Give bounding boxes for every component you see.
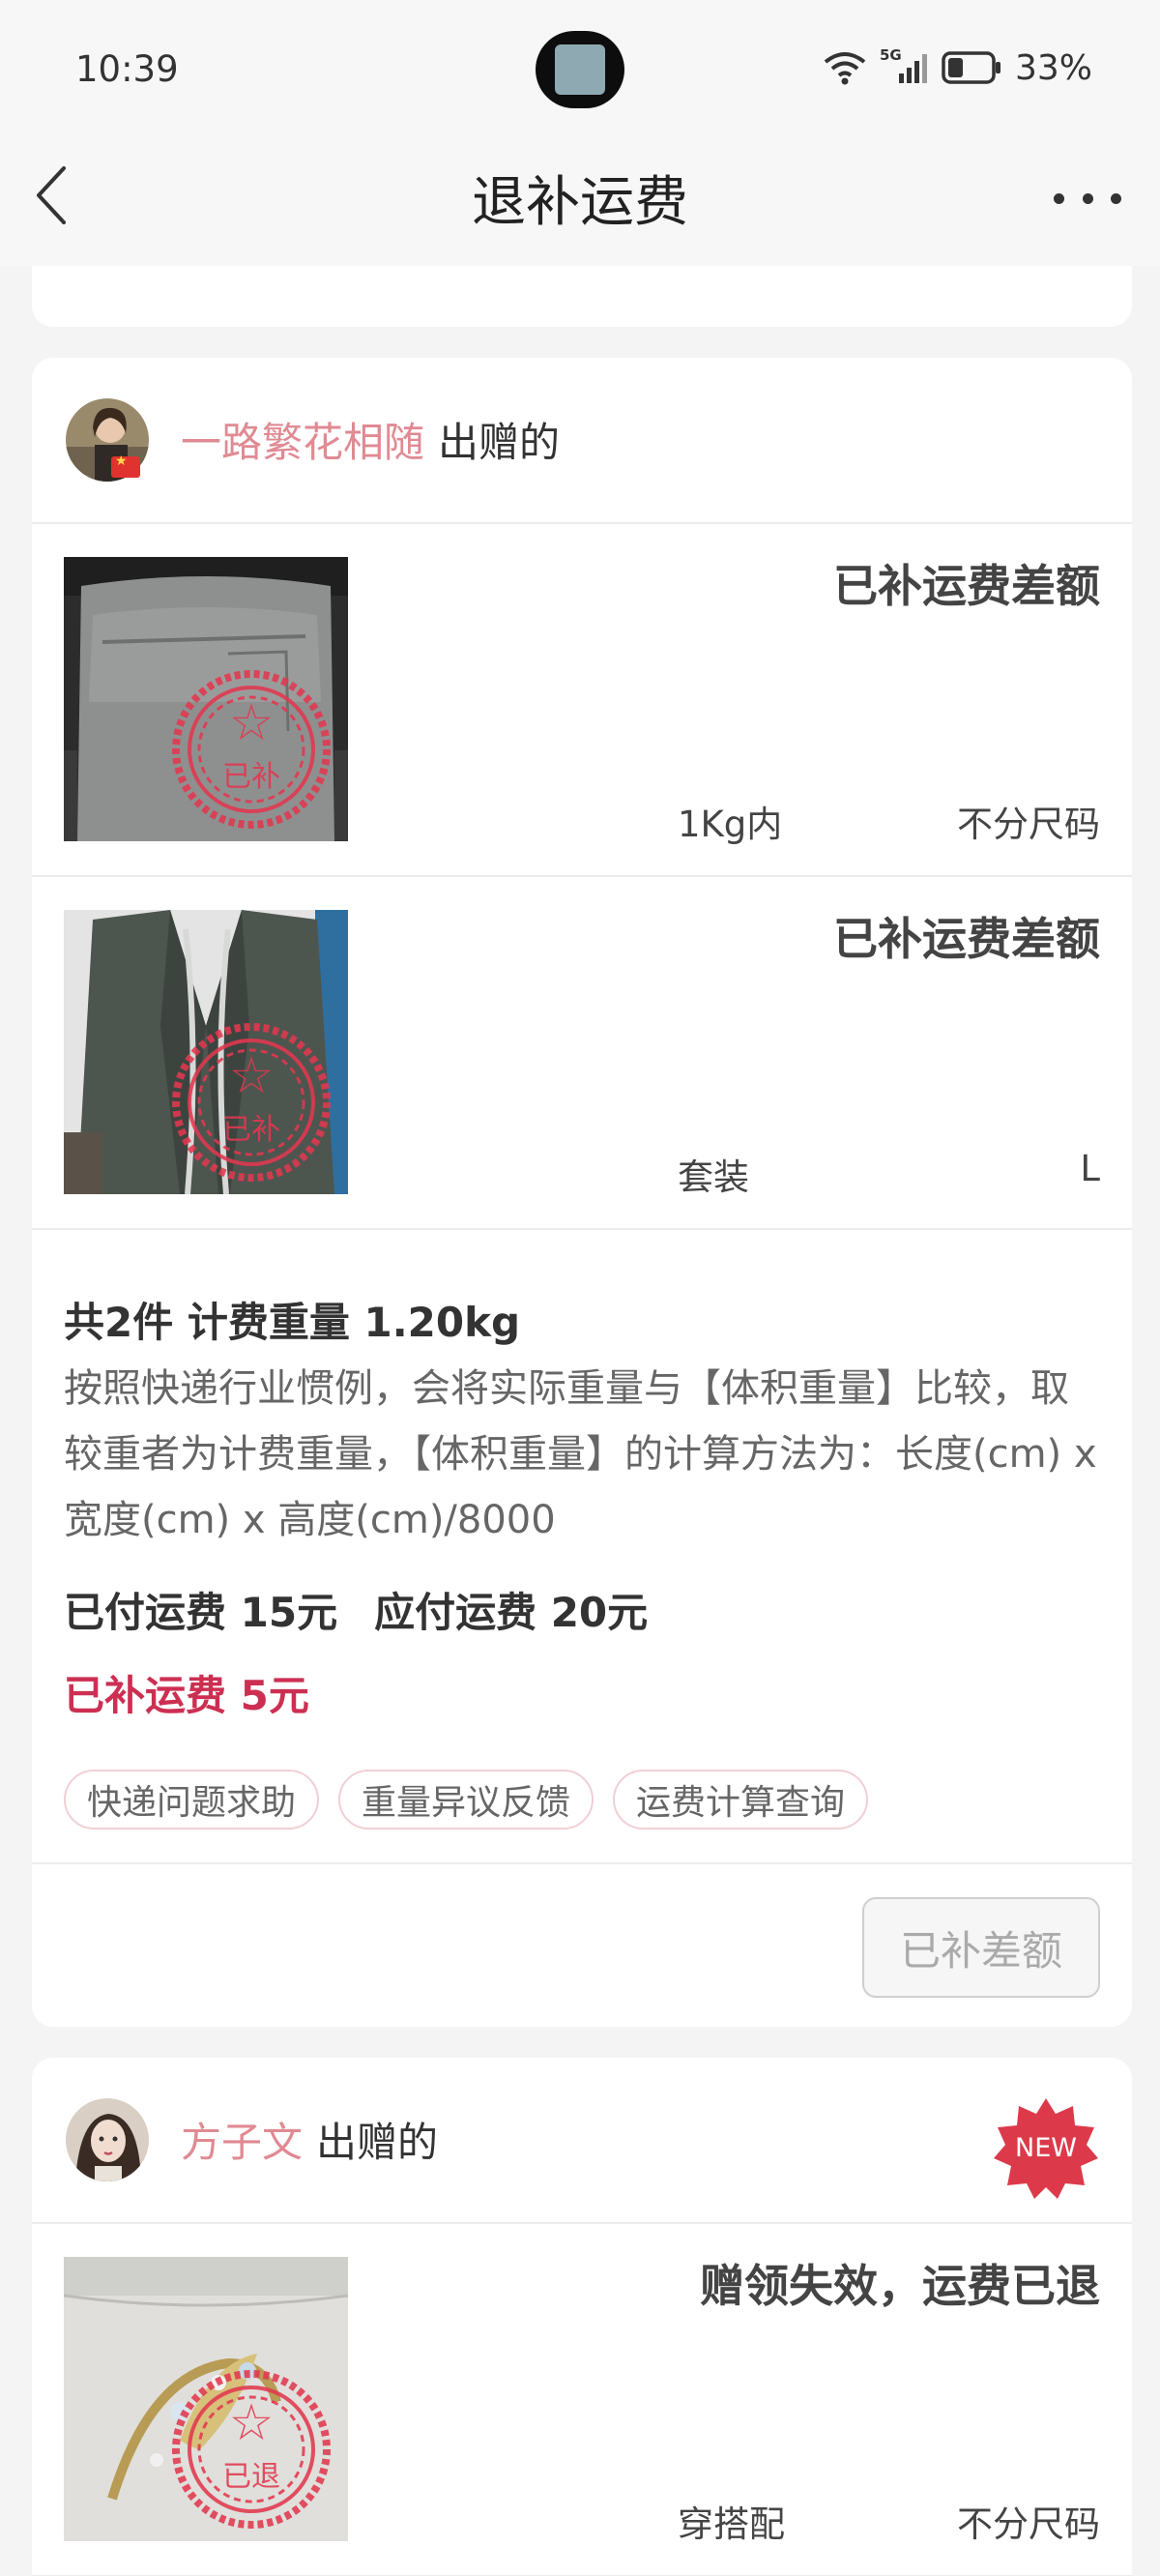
new-badge-label: NEW — [1015, 2133, 1077, 2163]
more-dot-icon — [1054, 192, 1064, 204]
new-badge-icon: NEW — [994, 2098, 1098, 2199]
help-chips: 快递问题求助 重量异议反馈 运费计算查询 — [64, 1770, 869, 1830]
order-card: 一路繁花相随出赠的 ☆ 已补 — [32, 358, 1132, 2027]
fee-line: 已付运费 15元 应付运费 20元 — [64, 1580, 648, 1639]
order-card: 方子文 出赠的 NEW ☆ 已退 赠领失效，运费已退 穿搭配 不分尺码 — [32, 2058, 1132, 2576]
status-bar: 10:39 5G 33% — [0, 0, 1160, 135]
item-thumbnail: ☆ 已补 — [64, 910, 348, 1194]
item-size: L — [1080, 1148, 1100, 1189]
stamp-text: 已退 — [222, 2460, 280, 2494]
chip-delivery-help[interactable]: 快递问题求助 — [64, 1770, 320, 1830]
giver-suffix: 出赠的 — [438, 419, 561, 466]
front-camera — [536, 31, 624, 108]
item-status: 赠领失效，运费已退 — [700, 2260, 1100, 2312]
shipping-summary: 共2件 计费重量 1.20kg 按照快递行业惯例，会将实际重量与【体积重量】比较… — [32, 1230, 1132, 1864]
paid-fee: 已付运费 15元 — [64, 1589, 338, 1636]
app-header: 退补运费 — [0, 135, 1160, 266]
page-title: 退补运费 — [472, 171, 688, 234]
item-status: 已补运费差额 — [833, 913, 1100, 965]
item-status: 已补运费差额 — [833, 560, 1100, 612]
due-fee: 应付运费 20元 — [374, 1589, 649, 1636]
giver-name[interactable]: 方子文 — [181, 2119, 303, 2166]
summary-title: 共2件 计费重量 1.20kg — [64, 1299, 521, 1346]
stamp-text: 已补 — [222, 760, 280, 794]
svg-text:☆: ☆ — [229, 1047, 275, 1105]
weight-rule-description: 按照快递行业惯例，会将实际重量与【体积重量】比较，取较重者为计费重量，【体积重量… — [64, 1366, 1097, 1542]
status-time: 10:39 — [75, 48, 179, 90]
battery-level: 33% — [1014, 47, 1092, 88]
more-dot-icon — [1082, 192, 1093, 204]
item-size: 不分尺码 — [957, 2503, 1100, 2545]
wifi-icon — [824, 52, 866, 85]
giver-name[interactable]: 一路繁花相随 — [181, 419, 424, 466]
item-thumbnail: ☆ 已补 — [64, 557, 348, 841]
giver-line: 一路繁花相随 出赠的 — [181, 410, 560, 469]
card-header: 一路繁花相随出赠的 — [32, 358, 1132, 524]
card-header: 方子文 出赠的 NEW — [32, 2058, 1132, 2224]
order-item[interactable]: ☆ 已补 已补运费差额 套装 L — [32, 877, 1132, 1230]
stamp-text: 已补 — [222, 1113, 280, 1147]
stamp-icon: ☆ 已退 — [172, 2370, 331, 2529]
giver-suffix: 出赠的 — [316, 2119, 439, 2166]
chip-fee-query[interactable]: 运费计算查询 — [613, 1770, 869, 1830]
item-thumbnail: ☆ 已退 — [64, 2257, 348, 2541]
previous-card — [32, 266, 1132, 327]
item-size: 不分尺码 — [957, 804, 1100, 845]
more-button[interactable] — [1054, 174, 1121, 222]
paid-difference-button[interactable]: 已补差额 — [862, 1897, 1100, 1998]
battery-icon — [942, 51, 1000, 84]
order-item[interactable]: ☆ 已补 已补运费差额 1Kg内 不分尺码 — [32, 524, 1132, 877]
svg-text:☆: ☆ — [229, 694, 275, 752]
refund-fee: 已补运费 5元 — [64, 1672, 309, 1719]
stamp-icon: ☆ 已补 — [172, 1023, 331, 1182]
signal-icon: 5G — [880, 46, 928, 85]
chip-weight-feedback[interactable]: 重量异议反馈 — [338, 1770, 594, 1830]
giver-line: 方子文 出赠的 — [181, 2110, 438, 2169]
stamp-icon: ☆ 已补 — [172, 670, 331, 829]
more-dot-icon — [1111, 192, 1121, 204]
item-category: 穿搭配 — [678, 2503, 785, 2545]
card-footer: 已补差额 — [32, 1864, 1132, 2027]
svg-text:☆: ☆ — [229, 2394, 275, 2452]
avatar[interactable] — [66, 2098, 149, 2181]
item-category: 套装 — [678, 1156, 749, 1198]
item-weight: 1Kg内 — [678, 804, 783, 845]
flag-icon — [111, 454, 140, 478]
status-icons: 5G 33% — [824, 46, 1092, 88]
order-item[interactable]: ☆ 已退 赠领失效，运费已退 穿搭配 不分尺码 — [32, 2224, 1132, 2576]
